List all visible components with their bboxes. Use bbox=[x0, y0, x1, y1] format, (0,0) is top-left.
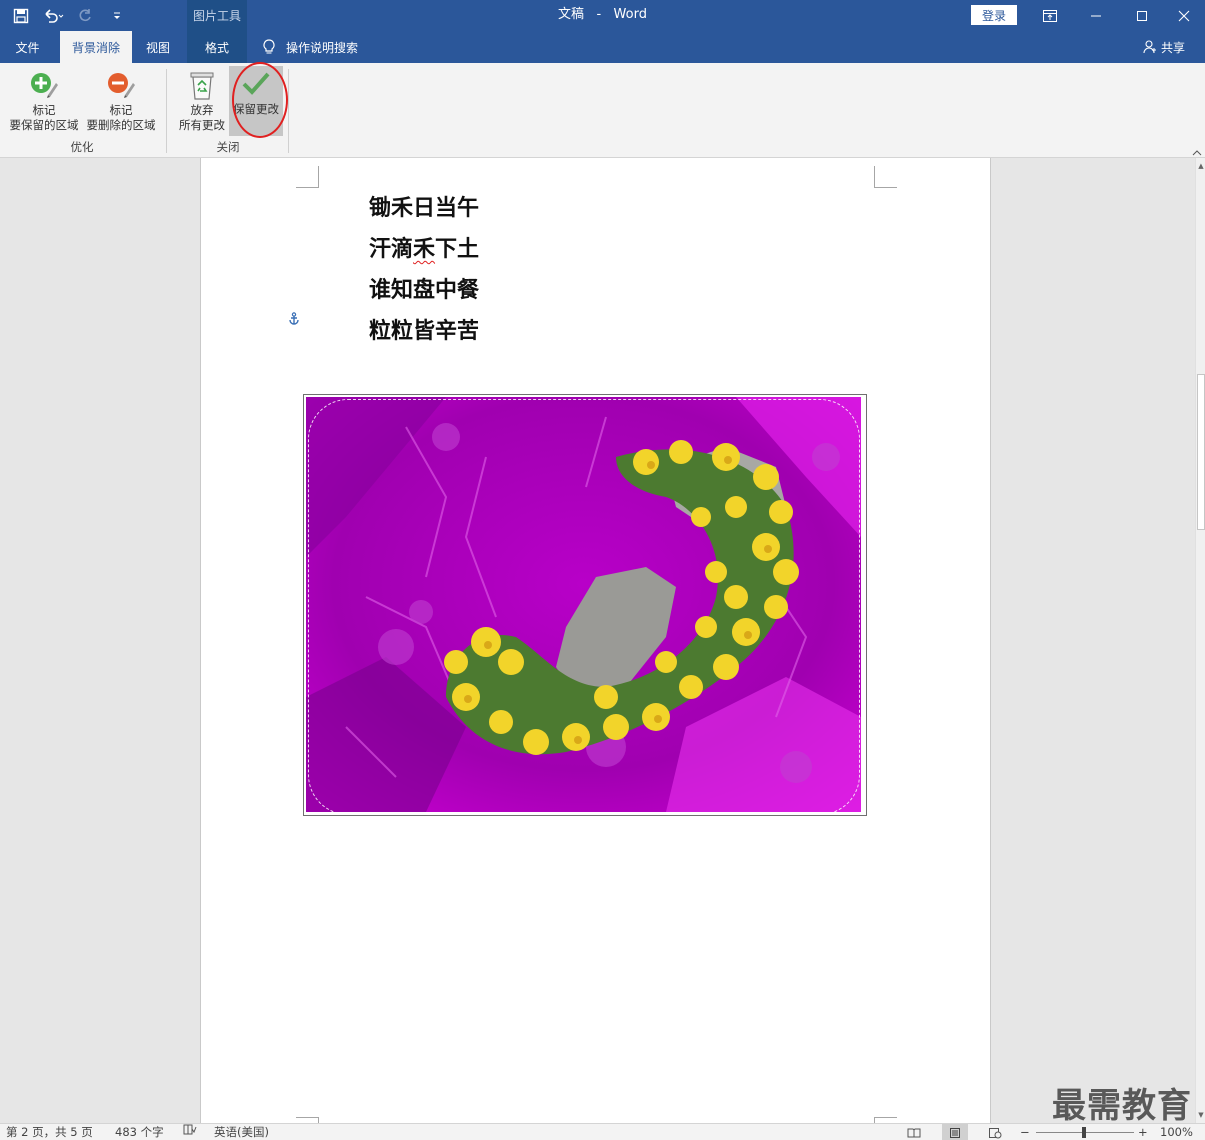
poem-text[interactable]: 锄禾日当午 汗滴禾下土 谁知盘中餐 粒粒皆辛苦 bbox=[369, 188, 479, 352]
scroll-down-arrow-icon[interactable]: ▼ bbox=[1196, 1109, 1205, 1121]
margin-mark bbox=[296, 166, 319, 188]
quick-access-toolbar bbox=[8, 0, 130, 31]
group-label-refine: 优化 bbox=[70, 140, 94, 154]
undo-icon[interactable] bbox=[40, 3, 66, 29]
title-bar: 图片工具 文稿 - Word 登录 bbox=[0, 0, 1205, 31]
tab-background-removal[interactable]: 背景消除 bbox=[60, 31, 132, 63]
picture-tools-label: 图片工具 bbox=[187, 0, 247, 31]
discard-line1: 放弃 bbox=[190, 103, 214, 117]
poem-line: 锄禾日当午 bbox=[369, 195, 480, 221]
highlight-circle-annotation bbox=[232, 62, 288, 138]
group-label-close: 关闭 bbox=[216, 140, 240, 154]
person-icon bbox=[1143, 40, 1156, 54]
zoom-in-button[interactable]: + bbox=[1138, 1124, 1148, 1140]
tell-me-search[interactable]: 操作说明搜索 bbox=[262, 31, 358, 63]
scroll-up-arrow-icon[interactable]: ▲ bbox=[1196, 160, 1205, 172]
lightbulb-icon bbox=[263, 39, 275, 54]
tab-format[interactable]: 格式 bbox=[187, 31, 247, 63]
spelling-error-mark: 禾 bbox=[413, 236, 436, 262]
anchor-icon[interactable] bbox=[288, 312, 300, 330]
page: 锄禾日当午 汗滴禾下土 谁知盘中餐 粒粒皆辛苦 bbox=[200, 158, 991, 1123]
poem-line: 粒粒皆辛苦 bbox=[369, 318, 480, 344]
vertical-scrollbar[interactable]: ▲ ▼ bbox=[1195, 158, 1205, 1123]
group-separator bbox=[288, 69, 289, 153]
document-name: 文稿 bbox=[558, 7, 585, 22]
status-bar: 第 2 页，共 5 页 483 个字 英语(美国) − + 100% bbox=[0, 1123, 1205, 1140]
read-mode-icon[interactable] bbox=[901, 1124, 927, 1140]
word-count[interactable]: 483 个字 bbox=[115, 1124, 164, 1140]
window-title: 文稿 - Word bbox=[0, 0, 1205, 31]
group-separator bbox=[166, 69, 167, 153]
save-icon[interactable] bbox=[8, 3, 34, 29]
zoom-out-button[interactable]: − bbox=[1020, 1124, 1030, 1140]
tab-file[interactable]: 文件 bbox=[0, 31, 55, 63]
login-button[interactable]: 登录 bbox=[971, 5, 1017, 25]
scrollbar-thumb[interactable] bbox=[1197, 374, 1205, 530]
poem-line: 谁知盘中餐 bbox=[369, 277, 480, 303]
tab-view[interactable]: 视图 bbox=[136, 31, 180, 63]
poem-line: 汗滴禾下土 bbox=[369, 236, 480, 262]
mark-keep-line1: 标记 bbox=[32, 103, 56, 117]
print-layout-icon[interactable] bbox=[942, 1124, 968, 1140]
ribbon-display-options-icon[interactable] bbox=[1027, 0, 1073, 31]
recycle-bin-icon bbox=[184, 67, 220, 103]
margin-mark bbox=[874, 166, 897, 188]
redo-icon[interactable] bbox=[72, 3, 98, 29]
discard-line2: 所有更改 bbox=[179, 118, 225, 132]
document-area: 锄禾日当午 汗滴禾下土 谁知盘中餐 粒粒皆辛苦 bbox=[0, 158, 1195, 1123]
mark-remove-line1: 标记 bbox=[109, 103, 133, 117]
proofing-icon[interactable] bbox=[183, 1124, 197, 1140]
mark-areas-to-keep-button[interactable]: 标记 要保留的区域 bbox=[4, 67, 84, 137]
close-icon[interactable] bbox=[1161, 0, 1205, 31]
minus-pencil-icon bbox=[103, 67, 139, 103]
mark-remove-line2: 要删除的区域 bbox=[86, 118, 156, 132]
plus-pencil-icon bbox=[26, 67, 62, 103]
watermark: 最需教育 bbox=[1052, 1086, 1192, 1126]
web-layout-icon[interactable] bbox=[982, 1124, 1008, 1140]
page-count[interactable]: 第 2 页，共 5 页 bbox=[6, 1124, 93, 1140]
minimize-icon[interactable] bbox=[1073, 0, 1119, 31]
ribbon: 标记 要保留的区域 标记 要删除的区域 优化 放弃 所有更改 保留更改 关闭 bbox=[0, 63, 1205, 158]
discard-all-changes-button[interactable]: 放弃 所有更改 bbox=[174, 67, 230, 137]
share-label: 共享 bbox=[1161, 40, 1186, 55]
app-name: Word bbox=[613, 7, 647, 22]
mark-keep-line2: 要保留的区域 bbox=[9, 118, 79, 132]
ribbon-tabs: 文件 背景消除 视图 格式 操作说明搜索 共享 bbox=[0, 31, 1205, 63]
background-removal-preview bbox=[306, 397, 861, 812]
zoom-level[interactable]: 100% bbox=[1160, 1124, 1193, 1140]
zoom-slider-thumb[interactable] bbox=[1082, 1127, 1086, 1138]
share-button[interactable]: 共享 bbox=[1143, 31, 1185, 63]
customize-qat-icon[interactable] bbox=[104, 3, 130, 29]
language[interactable]: 英语(美国) bbox=[214, 1124, 269, 1140]
search-label: 操作说明搜索 bbox=[286, 40, 359, 55]
maximize-icon[interactable] bbox=[1119, 0, 1165, 31]
mark-areas-to-remove-button[interactable]: 标记 要删除的区域 bbox=[82, 67, 160, 137]
selected-picture[interactable] bbox=[303, 394, 867, 816]
